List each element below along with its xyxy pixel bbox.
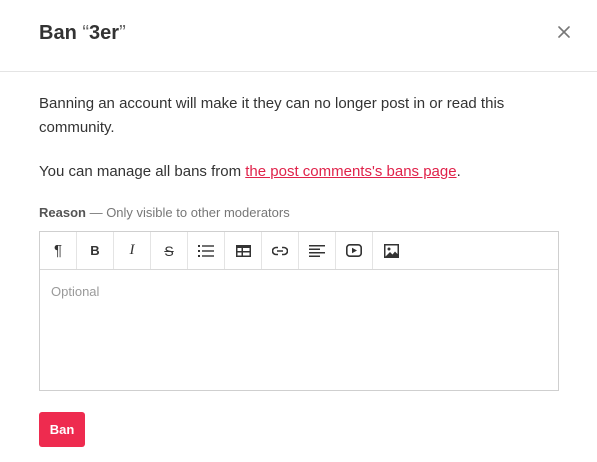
image-button[interactable]: [373, 232, 410, 269]
title-close-quote: ”: [119, 22, 126, 44]
reason-label: Reason — Only visible to other moderator…: [39, 205, 290, 220]
reason-label-text: Reason: [39, 205, 86, 220]
editor-toolbar: ¶ B I S: [40, 232, 558, 270]
table-button[interactable]: [225, 232, 262, 269]
italic-icon: I: [129, 242, 135, 258]
video-icon: [346, 244, 362, 257]
reason-editor: ¶ B I S: [39, 231, 559, 391]
manage-bans-text: You can manage all bans from the post co…: [39, 160, 559, 184]
dialog-header: Ban “3er”: [0, 0, 597, 72]
ban-description: Banning an account will make it they can…: [39, 95, 505, 136]
bullet-list-button[interactable]: [188, 232, 225, 269]
title-prefix: Ban: [39, 22, 77, 44]
reason-input[interactable]: [40, 270, 558, 390]
dialog-title: Ban “3er”: [39, 22, 126, 45]
close-icon: [558, 26, 570, 38]
bans-page-link[interactable]: the post comments's bans page: [245, 163, 456, 180]
ban-button[interactable]: Ban: [39, 412, 85, 447]
manage-suffix: .: [456, 163, 461, 180]
link-icon: [272, 246, 288, 255]
paragraph-button[interactable]: ¶: [40, 232, 77, 269]
image-icon: [384, 243, 399, 258]
italic-button[interactable]: I: [114, 232, 151, 269]
reason-hint: — Only visible to other moderators: [85, 205, 290, 220]
dialog-body: Banning an account will make it they can…: [39, 92, 559, 184]
strikethrough-icon: S: [164, 242, 174, 259]
bold-icon: B: [90, 243, 100, 258]
bold-button[interactable]: B: [77, 232, 114, 269]
manage-prefix: You can manage all bans from: [39, 163, 246, 180]
align-icon: [309, 244, 325, 257]
paragraph-icon: ¶: [53, 242, 63, 259]
bullet-list-icon: [198, 244, 214, 257]
link-button[interactable]: [262, 232, 299, 269]
video-button[interactable]: [336, 232, 373, 269]
ban-dialog: Ban “3er” Banning an account will make i…: [0, 0, 597, 462]
title-username: 3er: [89, 22, 120, 44]
strikethrough-button[interactable]: S: [151, 232, 188, 269]
table-icon: [235, 244, 251, 257]
align-button[interactable]: [299, 232, 336, 269]
close-button[interactable]: [555, 23, 573, 41]
